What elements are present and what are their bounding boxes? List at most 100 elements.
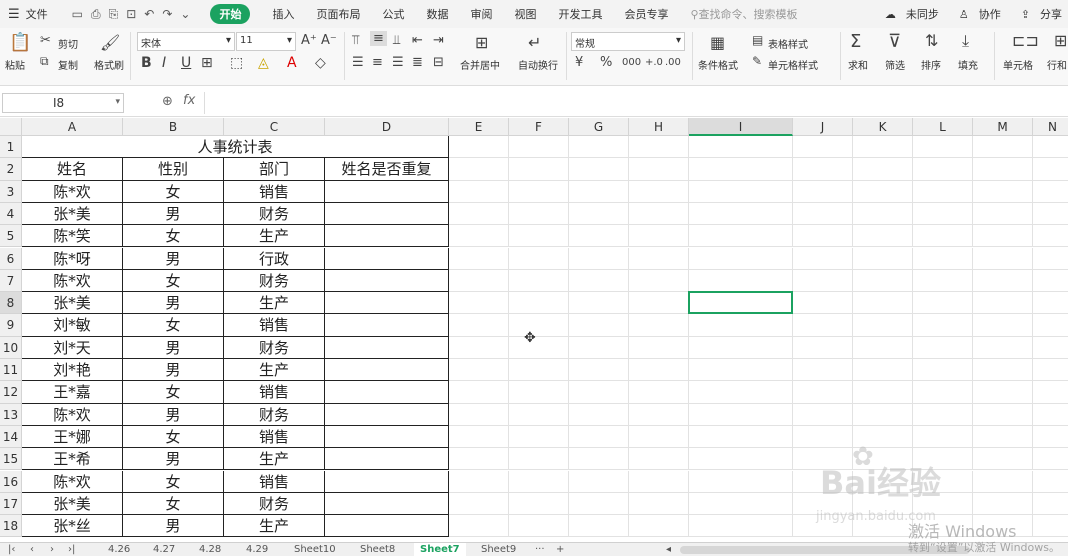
justify-icon[interactable]: ≣: [412, 55, 423, 70]
grid-cell[interactable]: [913, 425, 973, 449]
grid-cell[interactable]: [1033, 248, 1068, 270]
column-header-j[interactable]: J: [793, 118, 853, 136]
grid-cell[interactable]: [793, 202, 853, 226]
grid-cell[interactable]: [1033, 225, 1068, 248]
tab-formulas[interactable]: 公式: [382, 6, 404, 22]
header-cell[interactable]: 部门: [224, 158, 325, 181]
grid-cell[interactable]: [793, 225, 853, 248]
grid-cell[interactable]: [973, 492, 1033, 516]
grid-cell[interactable]: [689, 425, 793, 449]
grid-cell[interactable]: [449, 336, 509, 359]
table-title-cell[interactable]: 人事统计表: [22, 136, 449, 159]
grid-cell[interactable]: [449, 425, 509, 449]
unsync-button[interactable]: ☁ 未同步: [875, 6, 939, 22]
print-icon[interactable]: ⎘: [109, 7, 119, 22]
cell-icon[interactable]: ⊏⊐: [1012, 31, 1039, 50]
conditional-format-button[interactable]: 条件格式: [698, 57, 738, 72]
merge-center-button[interactable]: 合并居中: [460, 57, 500, 72]
add-sheet-button[interactable]: +: [556, 543, 564, 556]
grid-cell[interactable]: [629, 180, 689, 203]
data-cell[interactable]: 销售: [224, 470, 325, 493]
data-cell[interactable]: [325, 314, 449, 337]
grid-cell[interactable]: [569, 470, 629, 493]
grid-cell[interactable]: [449, 381, 509, 404]
zoom-icon[interactable]: ⊕: [162, 94, 173, 109]
sort-button[interactable]: 排序: [921, 57, 941, 72]
file-menu[interactable]: 文件: [26, 6, 48, 22]
grid-cell[interactable]: [449, 515, 509, 538]
data-cell[interactable]: 销售: [224, 314, 325, 337]
percent-icon[interactable]: %: [600, 55, 612, 70]
grid-cell[interactable]: [913, 225, 973, 248]
data-cell[interactable]: 生产: [224, 448, 325, 471]
data-cell[interactable]: 生产: [224, 225, 325, 248]
save-icon[interactable]: ▭: [72, 7, 83, 21]
grid-cell[interactable]: [629, 225, 689, 248]
grid-cell[interactable]: [569, 492, 629, 516]
grid-cell[interactable]: [509, 136, 569, 159]
data-cell[interactable]: [325, 515, 449, 538]
column-header-n[interactable]: N: [1033, 118, 1068, 136]
grid-cell[interactable]: [973, 225, 1033, 248]
cell-button[interactable]: 单元格: [1003, 57, 1033, 72]
data-cell[interactable]: 男: [123, 359, 224, 382]
grid-cell[interactable]: [449, 136, 509, 159]
data-cell[interactable]: 生产: [224, 515, 325, 538]
grid-cell[interactable]: [689, 470, 793, 493]
align-center-icon[interactable]: ≡: [372, 55, 383, 70]
grid-cell[interactable]: [509, 180, 569, 203]
grid-cell[interactable]: [913, 336, 973, 359]
grid-cell[interactable]: [1033, 359, 1068, 382]
grid-cell[interactable]: [913, 269, 973, 293]
grid-cell[interactable]: [973, 269, 1033, 293]
row-header-11[interactable]: 11: [0, 359, 22, 382]
grid-cell[interactable]: [449, 247, 509, 270]
cut-button[interactable]: 剪切: [58, 36, 78, 51]
grid-cell[interactable]: [509, 225, 569, 248]
row-header-4[interactable]: 4: [0, 202, 22, 226]
tab-view[interactable]: 视图: [514, 6, 536, 22]
grid-cell[interactable]: [449, 292, 509, 315]
grid-cell[interactable]: [1033, 493, 1068, 516]
underline-icon[interactable]: U: [181, 55, 191, 71]
column-header-i[interactable]: I: [689, 118, 793, 136]
grid-cell[interactable]: [569, 158, 629, 181]
row-header-6[interactable]: 6: [0, 247, 22, 270]
row-header-17[interactable]: 17: [0, 492, 22, 516]
grid-cell[interactable]: [1033, 314, 1068, 337]
grid-cell[interactable]: [569, 359, 629, 382]
grid-cell[interactable]: [1033, 448, 1068, 471]
data-cell[interactable]: [325, 470, 449, 493]
data-cell[interactable]: 陈*欢: [22, 269, 123, 293]
grid-cell[interactable]: [449, 158, 509, 181]
data-cell[interactable]: [325, 359, 449, 382]
row-column-button[interactable]: 行和: [1047, 57, 1067, 72]
data-cell[interactable]: 销售: [224, 180, 325, 203]
grid-cell[interactable]: [629, 515, 689, 538]
column-header-f[interactable]: F: [509, 118, 569, 136]
data-cell[interactable]: 男: [123, 448, 224, 471]
grid-cell[interactable]: [629, 492, 689, 516]
data-cell[interactable]: 女: [123, 180, 224, 203]
merge-icon[interactable]: ⊞: [475, 33, 488, 52]
grid-cell[interactable]: [629, 336, 689, 359]
table-style-icon[interactable]: ▤: [752, 33, 763, 47]
data-cell[interactable]: 财务: [224, 336, 325, 359]
grid-cell[interactable]: [1033, 292, 1068, 315]
data-cell[interactable]: 陈*呀: [22, 247, 123, 270]
data-cell[interactable]: [325, 336, 449, 359]
grid-cell[interactable]: [449, 225, 509, 248]
grid-cell[interactable]: [913, 247, 973, 270]
copy-button[interactable]: 复制: [58, 57, 78, 72]
tab-home[interactable]: 开始: [210, 4, 251, 24]
grid-cell[interactable]: [1033, 203, 1068, 226]
customize-chevron-icon[interactable]: ⌄: [180, 7, 190, 21]
name-box[interactable]: I8 ▾: [2, 93, 124, 113]
column-header-b[interactable]: B: [123, 118, 224, 136]
data-cell[interactable]: 女: [123, 225, 224, 248]
grid-cell[interactable]: [793, 247, 853, 270]
format-painter-icon[interactable]: 🖌: [100, 33, 120, 52]
data-cell[interactable]: 销售: [224, 425, 325, 449]
sheet-tab[interactable]: 4.28: [199, 543, 221, 556]
grid-cell[interactable]: [853, 158, 913, 181]
